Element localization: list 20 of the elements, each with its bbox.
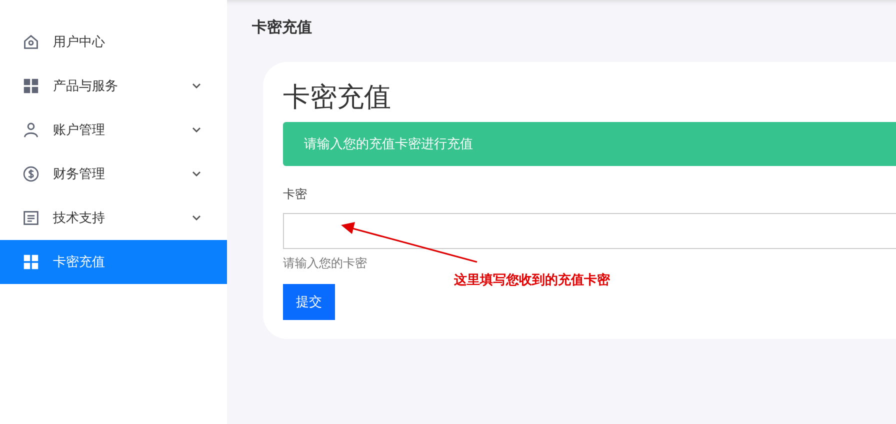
sidebar-item[interactable]: 产品与服务: [0, 64, 227, 108]
user-icon: [23, 122, 39, 138]
submit-button[interactable]: 提交: [283, 284, 335, 320]
grid-icon: [23, 254, 39, 270]
page-title: 卡密充值: [252, 18, 312, 36]
sidebar-item[interactable]: 卡密充值: [0, 240, 227, 284]
sidebar-item[interactable]: 技术支持: [0, 196, 227, 240]
sidebar-item[interactable]: 用户中心: [0, 20, 227, 64]
help-text: 请输入您的卡密: [283, 255, 367, 272]
input-field[interactable]: [283, 213, 896, 249]
info-alert: 请输入您的充值卡密进行充值: [283, 122, 896, 166]
document-icon: [23, 210, 39, 226]
sidebar-item[interactable]: 账户管理: [0, 108, 227, 152]
dollar-icon: [23, 166, 39, 182]
annotation-text: 这里填写您收到的充值卡密: [454, 272, 610, 289]
home-icon: [23, 34, 39, 50]
grid-icon: [23, 78, 39, 94]
card-heading: 卡密充值: [283, 82, 391, 113]
field-label: 卡密: [283, 186, 307, 203]
sidebar-item[interactable]: 财务管理: [0, 152, 227, 196]
